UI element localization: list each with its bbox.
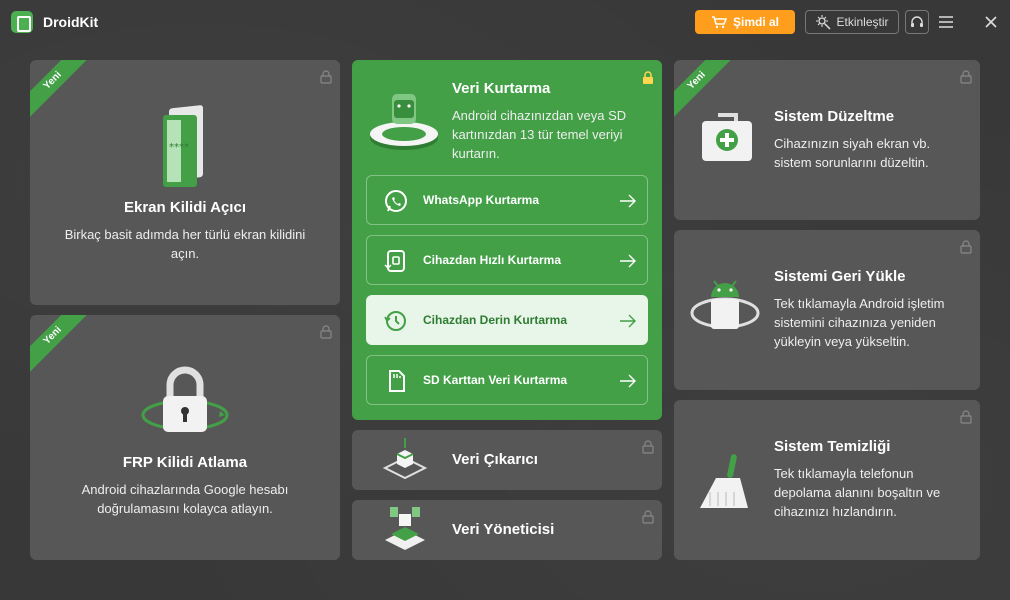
card-title: Veri Çıkarıcı bbox=[452, 451, 538, 468]
android-recovery-icon bbox=[370, 94, 438, 150]
arrow-right-icon bbox=[620, 314, 636, 328]
data-manager-card[interactable]: Veri Yöneticisi bbox=[352, 500, 662, 560]
arrow-right-icon bbox=[620, 254, 636, 268]
arrow-right-icon bbox=[620, 374, 636, 388]
sd-card-icon bbox=[389, 370, 405, 392]
data-extractor-card[interactable]: Veri Çıkarıcı bbox=[352, 430, 662, 490]
key-icon bbox=[816, 15, 832, 30]
lock-icon bbox=[960, 410, 972, 424]
phone-unlock-icon: **** bbox=[163, 105, 203, 187]
title-bar: DroidKit Şimdi al Etkinleştir bbox=[0, 0, 1010, 44]
card-description: Tek tıklamayla telefonun depolama alanın… bbox=[774, 466, 941, 519]
new-badge: Yeni bbox=[30, 60, 92, 120]
first-aid-kit-icon bbox=[702, 113, 752, 161]
sd-card-recovery-item[interactable]: SD Karttan Veri Kurtarma bbox=[366, 355, 648, 405]
system-reinstall-card[interactable]: Sistemi Geri Yükle Tek tıklamayla Androi… bbox=[674, 230, 980, 390]
app-logo-icon bbox=[11, 11, 33, 33]
cart-icon bbox=[711, 16, 727, 29]
data-recovery-card[interactable]: Veri Kurtarma Android cihazınızdan veya … bbox=[352, 60, 662, 420]
lock-icon bbox=[320, 70, 332, 84]
card-title: Ekran Kilidi Açıcı bbox=[124, 199, 246, 216]
lock-icon bbox=[960, 70, 972, 84]
whatsapp-icon bbox=[385, 190, 407, 212]
padlock-icon bbox=[141, 366, 229, 432]
card-title: Sistemi Geri Yükle bbox=[774, 268, 906, 285]
card-description: Android cihazınızdan veya SD kartınızdan… bbox=[452, 108, 627, 161]
support-button[interactable] bbox=[905, 10, 929, 34]
card-title: FRP Kilidi Atlama bbox=[122, 454, 248, 471]
menu-button[interactable] bbox=[937, 12, 955, 32]
card-description: Android cihazlarında Google hesabı doğru… bbox=[81, 482, 289, 516]
buy-now-button[interactable]: Şimdi al bbox=[695, 10, 795, 34]
card-title: Sistem Temizliği bbox=[774, 438, 891, 455]
broom-icon bbox=[700, 454, 748, 508]
card-description: Cihazınızın siyah ekran vb. sistem sorun… bbox=[774, 136, 931, 170]
buy-now-label: Şimdi al bbox=[732, 15, 779, 29]
app-name: DroidKit bbox=[43, 14, 99, 30]
lock-open-icon bbox=[643, 71, 653, 84]
system-fix-card[interactable]: Yeni Sistem Düzeltme Cihazınızın siyah e… bbox=[674, 60, 980, 220]
new-badge: Yeni bbox=[30, 315, 92, 375]
whatsapp-recovery-item[interactable]: WhatsApp Kurtarma bbox=[366, 175, 648, 225]
card-title: Veri Kurtarma bbox=[452, 80, 551, 97]
quick-recovery-item[interactable]: Cihazdan Hızlı Kurtarma bbox=[366, 235, 648, 285]
quick-scan-icon bbox=[384, 250, 405, 272]
manager-icon bbox=[385, 507, 425, 550]
hamburger-icon bbox=[939, 16, 953, 28]
card-title: Sistem Düzeltme bbox=[774, 108, 895, 125]
lock-icon bbox=[642, 440, 654, 454]
arrow-right-icon bbox=[620, 194, 636, 208]
deep-recovery-item[interactable]: Cihazdan Derin Kurtarma bbox=[366, 295, 648, 345]
card-description: Tek tıklamayla Android işletim sistemini… bbox=[774, 296, 945, 349]
card-title: Veri Yöneticisi bbox=[452, 521, 555, 538]
close-icon bbox=[985, 16, 997, 28]
activate-button[interactable]: Etkinleştir bbox=[805, 10, 899, 34]
lock-icon bbox=[642, 510, 654, 524]
close-button[interactable] bbox=[982, 12, 1000, 32]
item-label: Cihazdan Hızlı Kurtarma bbox=[423, 253, 562, 267]
system-cleaner-card[interactable]: Sistem Temizliği Tek tıklamayla telefonu… bbox=[674, 400, 980, 560]
activate-label: Etkinleştir bbox=[836, 15, 889, 29]
extractor-icon bbox=[382, 438, 428, 480]
app-window: DroidKit Şimdi al Etkinleştir Yeni **** … bbox=[0, 0, 1010, 600]
item-label: WhatsApp Kurtarma bbox=[423, 193, 540, 207]
item-label: SD Karttan Veri Kurtarma bbox=[423, 373, 568, 387]
screen-unlocker-card[interactable]: Yeni **** Ekran Kilidi Açıcı Birkaç basi… bbox=[30, 60, 340, 305]
item-label: Cihazdan Derin Kurtarma bbox=[423, 313, 568, 327]
lock-icon bbox=[960, 240, 972, 254]
headset-icon bbox=[911, 16, 923, 27]
svg-text:****: **** bbox=[169, 142, 189, 153]
android-reinstall-icon bbox=[690, 280, 760, 329]
lock-icon bbox=[320, 325, 332, 339]
frp-bypass-card[interactable]: Yeni FRP Kilidi Atlama Android cihazları… bbox=[30, 315, 340, 560]
card-description: Birkaç basit adımda her türlü ekran kili… bbox=[64, 227, 306, 261]
deep-scan-icon bbox=[384, 311, 406, 331]
